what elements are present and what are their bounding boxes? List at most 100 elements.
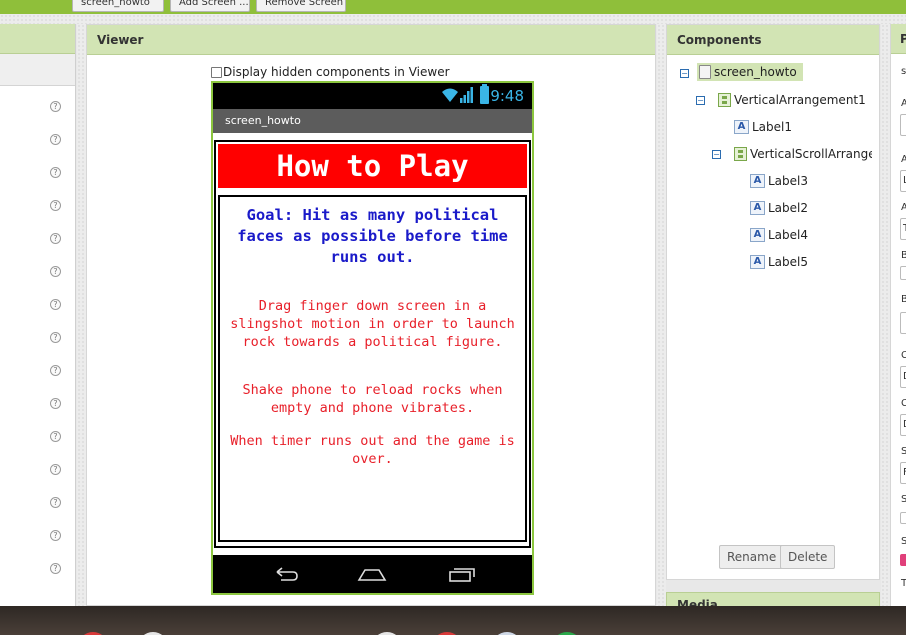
- gutter: [657, 24, 666, 606]
- help-icon[interactable]: ?: [50, 563, 61, 574]
- screen-select-button[interactable]: screen_howto: [72, 0, 164, 12]
- back-icon: [276, 567, 298, 581]
- components-title: Components: [667, 25, 879, 55]
- properties-title: P: [891, 24, 906, 54]
- tree-item-screen[interactable]: screen_howto: [697, 63, 803, 81]
- how-to-play-heading[interactable]: How to Play: [218, 144, 527, 188]
- help-icon[interactable]: ?: [50, 530, 61, 541]
- tree-item-label: screen_howto: [714, 65, 797, 79]
- help-icon[interactable]: ?: [50, 464, 61, 475]
- components-panel: Components − screen_howto − VerticalArra…: [666, 24, 880, 580]
- properties-panel: P s A A L A T B B C D C D S F S S T: [890, 24, 906, 606]
- wifi-icon: [442, 88, 458, 102]
- media-title: Media: [666, 592, 880, 606]
- property-label: S: [901, 494, 906, 505]
- tree-item-label: Label3: [768, 174, 809, 188]
- designer-toolbar: screen_howto Add Screen ... Remove Scree…: [0, 0, 906, 14]
- navigation-bar: [213, 555, 532, 593]
- signal-icon: [460, 87, 473, 103]
- label-icon: A: [750, 174, 765, 188]
- tree-item-label5[interactable]: A Label5: [750, 255, 808, 269]
- property-label: A: [901, 98, 906, 109]
- property-label: S: [901, 446, 906, 457]
- screen-icon: [699, 65, 711, 79]
- add-screen-button[interactable]: Add Screen ...: [170, 0, 250, 12]
- display-hidden-checkbox[interactable]: [211, 66, 222, 78]
- status-bar: 9:48: [213, 83, 532, 109]
- help-icon[interactable]: ?: [50, 332, 61, 343]
- label-icon: A: [750, 201, 765, 215]
- help-icon[interactable]: ?: [50, 398, 61, 409]
- help-icon[interactable]: ?: [50, 431, 61, 442]
- help-icon[interactable]: ?: [50, 497, 61, 508]
- recents-icon: [449, 568, 475, 582]
- arrangement-icon: [718, 93, 731, 107]
- help-icon[interactable]: ?: [50, 200, 61, 211]
- home-icon: [357, 569, 387, 581]
- property-label: A: [901, 154, 906, 165]
- collapse-icon[interactable]: −: [712, 150, 721, 159]
- property-label: C: [901, 350, 906, 361]
- palette-header: [0, 24, 75, 54]
- tree-item-label: Label5: [768, 255, 809, 269]
- phone-preview: 9:48 screen_howto How to Play Goal: Hit …: [211, 81, 534, 595]
- help-icon[interactable]: ?: [50, 101, 61, 112]
- vertical-arrangement[interactable]: How to Play Goal: Hit as many political …: [214, 140, 531, 548]
- property-checkbox-checked[interactable]: [900, 554, 906, 566]
- help-icon[interactable]: ?: [50, 167, 61, 178]
- viewer-title: Viewer: [87, 25, 655, 55]
- help-icon[interactable]: ?: [50, 299, 61, 310]
- tree-item-label: VerticalArrangement1: [734, 93, 866, 107]
- vertical-scroll-arrangement[interactable]: Goal: Hit as many political faces as pos…: [218, 195, 527, 542]
- tree-item-label1[interactable]: A Label1: [734, 120, 792, 134]
- help-icon[interactable]: ?: [50, 134, 61, 145]
- label-icon: A: [734, 120, 749, 134]
- tree-item-label3[interactable]: A Label3: [750, 174, 808, 188]
- background: [0, 14, 906, 24]
- gutter: [881, 24, 890, 606]
- properties-subtitle: s: [901, 66, 906, 77]
- tree-item-label: VerticalScrollArrangem: [750, 147, 872, 161]
- tree-item-vertical-scroll-arrangement[interactable]: VerticalScrollArrangem: [734, 147, 872, 161]
- property-field[interactable]: F: [900, 462, 906, 484]
- tree-item-vertical-arrangement[interactable]: VerticalArrangement1: [718, 93, 866, 107]
- instruction-label[interactable]: Shake phone to reload rocks when empty a…: [220, 381, 525, 417]
- property-field[interactable]: [900, 114, 906, 136]
- property-label: T: [901, 578, 906, 589]
- property-label: A: [901, 202, 906, 213]
- arrangement-icon: [734, 147, 747, 161]
- remove-screen-button[interactable]: Remove Screen: [256, 0, 346, 12]
- battery-icon: [480, 84, 489, 104]
- collapse-icon[interactable]: −: [680, 69, 689, 78]
- palette-search[interactable]: [0, 54, 75, 86]
- display-hidden-toggle[interactable]: Display hidden components in Viewer: [211, 65, 450, 79]
- property-color-swatch[interactable]: [900, 266, 906, 280]
- tree-item-label: Label2: [768, 201, 809, 215]
- property-label: S: [901, 536, 906, 547]
- taskbar: [0, 606, 906, 635]
- instruction-label[interactable]: Drag finger down screen in a slingshot m…: [220, 297, 525, 351]
- property-field[interactable]: D: [900, 366, 906, 388]
- property-label: B: [901, 294, 906, 305]
- goal-label[interactable]: Goal: Hit as many political faces as pos…: [220, 205, 525, 268]
- help-icon[interactable]: ?: [50, 266, 61, 277]
- palette-panel: ? ? ? ? ? ? ? ? ? ? ? ? ? ? ?: [0, 24, 76, 606]
- property-field[interactable]: T: [900, 218, 906, 240]
- display-hidden-label: Display hidden components in Viewer: [223, 65, 450, 79]
- property-field[interactable]: [900, 312, 906, 334]
- rename-button[interactable]: Rename: [719, 545, 785, 569]
- collapse-icon[interactable]: −: [696, 96, 705, 105]
- property-field[interactable]: L: [900, 170, 906, 192]
- delete-button[interactable]: Delete: [780, 545, 836, 569]
- help-icon[interactable]: ?: [50, 233, 61, 244]
- screen-title-bar: screen_howto: [213, 109, 532, 133]
- tree-item-label2[interactable]: A Label2: [750, 201, 808, 215]
- property-field[interactable]: D: [900, 414, 906, 436]
- property-checkbox[interactable]: [900, 512, 906, 524]
- help-icon[interactable]: ?: [50, 365, 61, 376]
- label-icon: A: [750, 228, 765, 242]
- tree-item-label4[interactable]: A Label4: [750, 228, 808, 242]
- label-icon: A: [750, 255, 765, 269]
- instruction-label[interactable]: When timer runs out and the game is over…: [220, 432, 525, 468]
- screen-body: How to Play Goal: Hit as many political …: [213, 133, 532, 555]
